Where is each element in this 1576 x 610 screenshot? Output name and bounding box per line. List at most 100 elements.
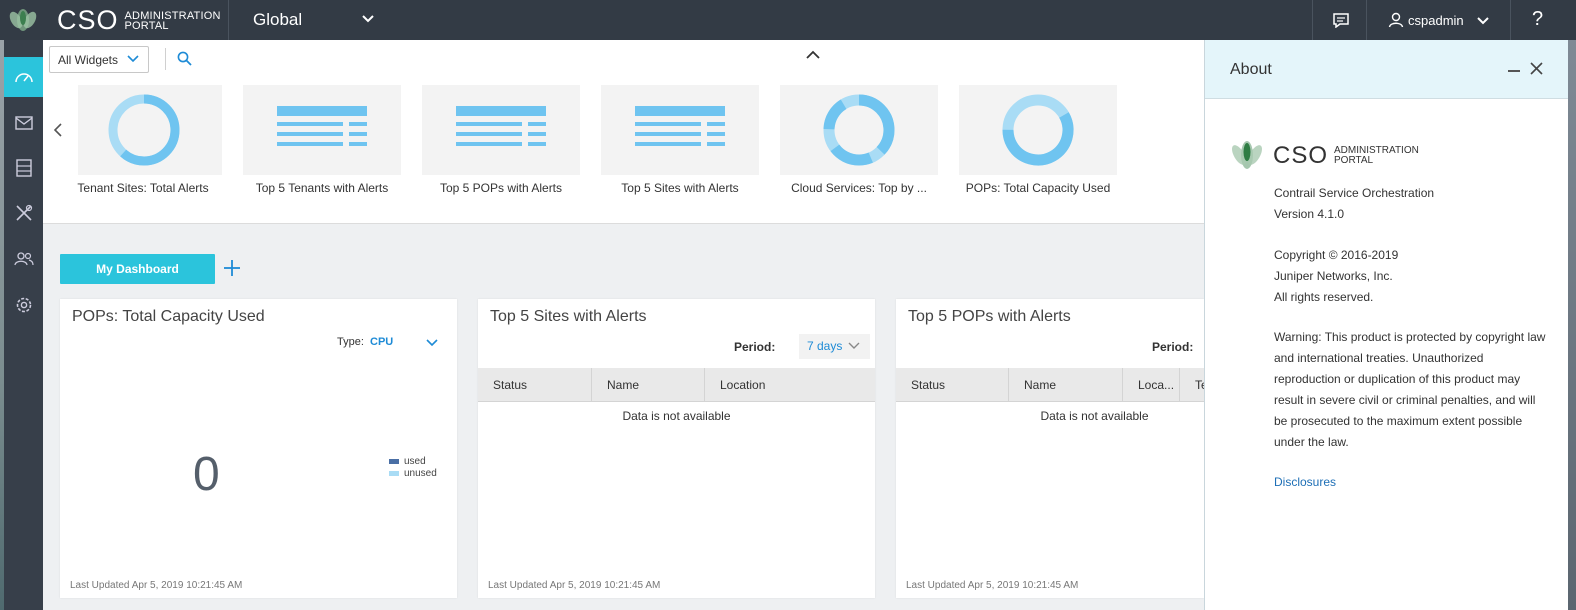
period-label: Period: bbox=[734, 340, 776, 354]
chat-icon[interactable] bbox=[1332, 12, 1350, 28]
widget-card-capacity: POPs: Total Capacity Used Type: CPU 0 us… bbox=[60, 299, 457, 598]
monitor-icon bbox=[14, 116, 33, 130]
sidebar-item-dashboard[interactable] bbox=[4, 57, 43, 97]
brand-name: CSO bbox=[57, 5, 119, 35]
product-name: Contrail Service Orchestration bbox=[1274, 186, 1435, 200]
close-icon[interactable] bbox=[1530, 62, 1543, 75]
column-header[interactable]: Status bbox=[896, 368, 1009, 402]
widget-card-sites: Top 5 Sites with Alerts Period: 7 days S… bbox=[478, 299, 875, 598]
copyright-info: Copyright © 2016-2019 Juniper Networks, … bbox=[1274, 245, 1549, 308]
tools-icon bbox=[15, 204, 32, 221]
table-icon bbox=[456, 106, 546, 146]
widget-thumbnail[interactable] bbox=[422, 85, 580, 175]
brand-name: CSO bbox=[1273, 142, 1329, 169]
brand-subtitle: ADMINISTRATION PORTAL bbox=[1334, 145, 1419, 166]
widget-thumbnail[interactable] bbox=[780, 85, 938, 175]
sidebar-item-monitor[interactable] bbox=[4, 103, 43, 143]
about-title: About bbox=[1230, 61, 1272, 78]
widget-thumbnail-label: Tenant Sites: Total Alerts bbox=[77, 181, 209, 195]
widget-thumbnail-label: Top 5 Sites with Alerts bbox=[621, 181, 739, 195]
chevron-down-icon[interactable] bbox=[848, 341, 860, 350]
user-menu[interactable]: cspadmin bbox=[1388, 12, 1464, 28]
legend-label-used: used bbox=[404, 455, 426, 467]
legend-swatch-used bbox=[389, 458, 399, 464]
copyright-line: Copyright © 2016-2019 bbox=[1274, 248, 1399, 262]
about-brand: CSO ADMINISTRATION PORTAL bbox=[1273, 142, 1419, 170]
sidebar-item-users[interactable] bbox=[4, 239, 43, 279]
company-name: Juniper Networks, Inc. bbox=[1274, 269, 1393, 283]
add-dashboard-icon[interactable] bbox=[223, 259, 241, 277]
sidebar-item-settings[interactable] bbox=[4, 285, 43, 325]
column-header[interactable]: Loca... bbox=[1123, 368, 1180, 402]
brand: CSO ADMINISTRATION PORTAL bbox=[57, 5, 221, 36]
minimize-icon[interactable] bbox=[1508, 70, 1520, 72]
widget-thumbnail[interactable] bbox=[601, 85, 759, 175]
divider bbox=[228, 0, 229, 40]
widget-thumbnail[interactable] bbox=[243, 85, 401, 175]
disclosures-link[interactable]: Disclosures bbox=[1274, 475, 1336, 489]
rights-line: All rights reserved. bbox=[1274, 290, 1374, 304]
sidebar-item-resources[interactable] bbox=[4, 148, 43, 188]
empty-message: Data is not available bbox=[622, 409, 731, 423]
type-select[interactable]: CPU bbox=[370, 336, 393, 348]
brand-subtitle: ADMINISTRATION PORTAL bbox=[124, 9, 221, 32]
card-title: POPs: Total Capacity Used bbox=[72, 308, 265, 325]
resources-icon bbox=[15, 159, 32, 177]
empty-message: Data is not available bbox=[1040, 409, 1149, 423]
chart-legend: used unused bbox=[389, 455, 437, 479]
divider bbox=[1366, 0, 1367, 40]
column-header[interactable]: Name bbox=[592, 368, 705, 402]
product-version: Version 4.1.0 bbox=[1274, 207, 1345, 221]
chevron-left-icon[interactable] bbox=[52, 122, 64, 138]
juniper-logo-icon bbox=[1232, 141, 1262, 169]
column-header[interactable]: Te bbox=[1180, 368, 1204, 402]
legend-swatch-unused bbox=[389, 470, 399, 476]
legal-warning: Warning: This product is protected by co… bbox=[1274, 330, 1546, 449]
donut-chart-icon bbox=[1002, 94, 1074, 166]
widget-card-pops: Top 5 POPs with Alerts Period: Status Na… bbox=[896, 299, 1204, 598]
table-icon bbox=[635, 106, 725, 146]
period-label: Period: bbox=[1152, 340, 1194, 354]
table-header: Status Name Loca... Te bbox=[896, 368, 1204, 402]
sidebar-item-configuration[interactable] bbox=[4, 193, 43, 233]
capacity-value: 0 bbox=[193, 448, 220, 501]
widget-thumbnail-label: Cloud Services: Top by ... bbox=[791, 181, 927, 195]
users-icon bbox=[13, 252, 34, 266]
product-info: Contrail Service Orchestration Version 4… bbox=[1274, 183, 1549, 225]
divider bbox=[1312, 0, 1313, 40]
last-updated: Last Updated Apr 5, 2019 10:21:45 AM bbox=[70, 580, 243, 591]
table-icon bbox=[277, 106, 367, 146]
gear-icon bbox=[16, 297, 31, 313]
juniper-logo-icon bbox=[9, 9, 37, 31]
type-label: Type: bbox=[337, 336, 364, 348]
dashboard-icon bbox=[14, 73, 33, 83]
column-header[interactable]: Location bbox=[705, 368, 875, 402]
search-icon[interactable] bbox=[177, 51, 192, 66]
chevron-up-icon[interactable] bbox=[805, 49, 821, 61]
card-title: Top 5 POPs with Alerts bbox=[908, 308, 1071, 325]
username: cspadmin bbox=[1408, 12, 1464, 28]
chevron-down-icon[interactable] bbox=[127, 54, 139, 64]
divider bbox=[1510, 0, 1511, 40]
widget-thumbnail-label: Top 5 POPs with Alerts bbox=[439, 181, 563, 195]
help-button[interactable]: ? bbox=[1532, 8, 1543, 31]
scope-selector[interactable]: Global bbox=[253, 10, 302, 30]
top-bar: CSO ADMINISTRATION PORTAL Global cspadmin… bbox=[0, 0, 1576, 40]
last-updated: Last Updated Apr 5, 2019 10:21:45 AM bbox=[488, 580, 661, 591]
chevron-down-icon[interactable] bbox=[1476, 14, 1490, 28]
last-updated: Last Updated Apr 5, 2019 10:21:45 AM bbox=[906, 580, 1079, 591]
donut-chart-icon bbox=[108, 94, 180, 166]
divider bbox=[165, 48, 166, 70]
widget-thumbnail[interactable] bbox=[78, 85, 222, 175]
chevron-down-icon[interactable] bbox=[426, 338, 438, 347]
about-header: About bbox=[1205, 40, 1568, 99]
column-header[interactable]: Status bbox=[478, 368, 592, 402]
chevron-down-icon[interactable] bbox=[361, 12, 375, 26]
user-icon bbox=[1388, 12, 1404, 28]
widget-thumbnail[interactable] bbox=[959, 85, 1117, 175]
legend-label-unused: unused bbox=[404, 467, 437, 479]
about-panel: About CSO ADMINISTRATION PORTAL Contrail … bbox=[1204, 40, 1568, 610]
column-header[interactable]: Name bbox=[1009, 368, 1123, 402]
table-header: Status Name Location bbox=[478, 368, 875, 402]
tab-my-dashboard[interactable]: My Dashboard bbox=[60, 254, 215, 284]
